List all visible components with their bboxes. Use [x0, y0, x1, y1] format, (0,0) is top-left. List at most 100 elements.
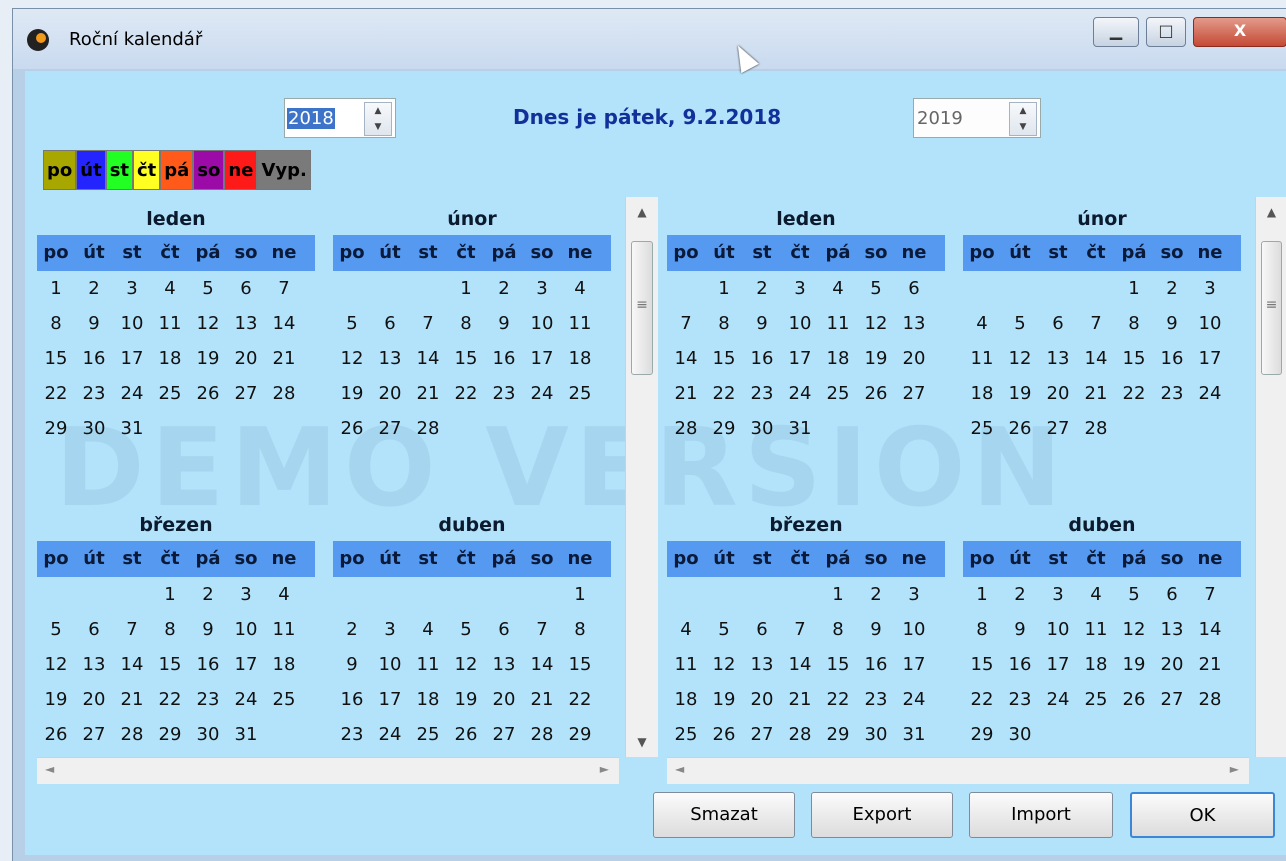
- day-cell[interactable]: 21: [1191, 647, 1229, 682]
- day-cell[interactable]: 29: [37, 411, 75, 446]
- day-cell[interactable]: 28: [781, 717, 819, 752]
- day-cell[interactable]: 26: [333, 411, 371, 446]
- scroll-up-icon[interactable]: ▲: [626, 205, 658, 219]
- day-cell[interactable]: 13: [1039, 341, 1077, 376]
- year-right-arrows[interactable]: ▲ ▼: [1009, 102, 1037, 136]
- day-cell[interactable]: 22: [819, 682, 857, 717]
- scroll-right-icon[interactable]: ►: [600, 762, 609, 776]
- day-cell[interactable]: 7: [1077, 306, 1115, 341]
- day-cell[interactable]: 1: [963, 577, 1001, 612]
- day-cell[interactable]: 15: [447, 341, 485, 376]
- day-cell[interactable]: 1: [447, 271, 485, 306]
- day-cell[interactable]: 27: [485, 717, 523, 752]
- day-cell[interactable]: 26: [37, 717, 75, 752]
- day-cell[interactable]: 3: [523, 271, 561, 306]
- day-cell[interactable]: 26: [1001, 411, 1039, 446]
- day-cell[interactable]: 28: [523, 717, 561, 752]
- day-cell[interactable]: 6: [1153, 577, 1191, 612]
- day-cell[interactable]: 8: [1115, 306, 1153, 341]
- day-cell[interactable]: 25: [819, 376, 857, 411]
- day-cell[interactable]: 28: [667, 411, 705, 446]
- day-cell[interactable]: 5: [857, 271, 895, 306]
- day-cell[interactable]: 11: [561, 306, 599, 341]
- scroll-left-icon[interactable]: ◄: [675, 762, 684, 776]
- import-button[interactable]: Import: [969, 792, 1113, 838]
- day-cell[interactable]: 22: [151, 682, 189, 717]
- day-cell[interactable]: 19: [189, 341, 227, 376]
- day-cell[interactable]: 28: [113, 717, 151, 752]
- day-cell[interactable]: 21: [113, 682, 151, 717]
- day-cell[interactable]: 21: [409, 376, 447, 411]
- horizontal-scrollbar-right[interactable]: ◄ ►: [667, 757, 1249, 784]
- day-cell[interactable]: 9: [189, 612, 227, 647]
- scroll-up-icon[interactable]: ▲: [1256, 205, 1286, 219]
- maximize-button[interactable]: □: [1146, 17, 1186, 47]
- day-cell[interactable]: 24: [113, 376, 151, 411]
- day-cell[interactable]: 5: [1001, 306, 1039, 341]
- day-cell[interactable]: 3: [895, 577, 933, 612]
- day-cell[interactable]: 3: [113, 271, 151, 306]
- day-cell[interactable]: 27: [75, 717, 113, 752]
- day-cell[interactable]: 1: [1115, 271, 1153, 306]
- day-cell[interactable]: 15: [1115, 341, 1153, 376]
- day-cell[interactable]: 28: [265, 376, 303, 411]
- day-cell[interactable]: 13: [485, 647, 523, 682]
- day-cell[interactable]: 7: [667, 306, 705, 341]
- day-cell[interactable]: 9: [333, 647, 371, 682]
- day-cell[interactable]: 13: [227, 306, 265, 341]
- day-cell[interactable]: 15: [151, 647, 189, 682]
- day-cell[interactable]: 13: [371, 341, 409, 376]
- day-cell[interactable]: 16: [75, 341, 113, 376]
- day-cell[interactable]: 4: [819, 271, 857, 306]
- day-cell[interactable]: 29: [561, 717, 599, 752]
- day-cell[interactable]: 8: [819, 612, 857, 647]
- day-cell[interactable]: 11: [1077, 612, 1115, 647]
- day-cell[interactable]: 3: [371, 612, 409, 647]
- day-cell[interactable]: 17: [895, 647, 933, 682]
- day-cell[interactable]: 11: [151, 306, 189, 341]
- day-cell[interactable]: 16: [485, 341, 523, 376]
- scroll-left-icon[interactable]: ◄: [45, 762, 54, 776]
- day-cell[interactable]: 27: [895, 376, 933, 411]
- day-cell[interactable]: 20: [485, 682, 523, 717]
- day-cell[interactable]: 16: [1153, 341, 1191, 376]
- legend-chip-4[interactable]: pá: [160, 150, 194, 190]
- day-cell[interactable]: 18: [409, 682, 447, 717]
- day-cell[interactable]: 21: [667, 376, 705, 411]
- day-cell[interactable]: 6: [743, 612, 781, 647]
- title-bar[interactable]: Roční kalendář ▁ □ X: [13, 9, 1286, 69]
- day-cell[interactable]: 20: [1153, 647, 1191, 682]
- day-cell[interactable]: 30: [1001, 717, 1039, 752]
- day-cell[interactable]: 23: [333, 717, 371, 752]
- day-cell[interactable]: 6: [75, 612, 113, 647]
- day-cell[interactable]: 5: [189, 271, 227, 306]
- day-cell[interactable]: 29: [963, 717, 1001, 752]
- day-cell[interactable]: 23: [485, 376, 523, 411]
- day-cell[interactable]: 1: [561, 577, 599, 612]
- spin-up-icon[interactable]: ▲: [1010, 103, 1036, 119]
- day-cell[interactable]: 31: [895, 717, 933, 752]
- day-cell[interactable]: 27: [1039, 411, 1077, 446]
- day-cell[interactable]: 12: [857, 306, 895, 341]
- day-cell[interactable]: 6: [485, 612, 523, 647]
- day-cell[interactable]: 13: [743, 647, 781, 682]
- day-cell[interactable]: 13: [75, 647, 113, 682]
- day-cell[interactable]: 11: [667, 647, 705, 682]
- day-cell[interactable]: 4: [1077, 577, 1115, 612]
- day-cell[interactable]: 18: [963, 376, 1001, 411]
- day-cell[interactable]: 27: [227, 376, 265, 411]
- day-cell[interactable]: 20: [371, 376, 409, 411]
- legend-chip-1[interactable]: út: [76, 150, 106, 190]
- day-cell[interactable]: 18: [151, 341, 189, 376]
- day-cell[interactable]: 14: [1191, 612, 1229, 647]
- day-cell[interactable]: 7: [523, 612, 561, 647]
- day-cell[interactable]: 26: [189, 376, 227, 411]
- day-cell[interactable]: 14: [265, 306, 303, 341]
- day-cell[interactable]: 17: [1191, 341, 1229, 376]
- day-cell[interactable]: 16: [333, 682, 371, 717]
- day-cell[interactable]: 2: [485, 271, 523, 306]
- day-cell[interactable]: 17: [227, 647, 265, 682]
- day-cell[interactable]: 25: [265, 682, 303, 717]
- day-cell[interactable]: 24: [523, 376, 561, 411]
- day-cell[interactable]: 19: [705, 682, 743, 717]
